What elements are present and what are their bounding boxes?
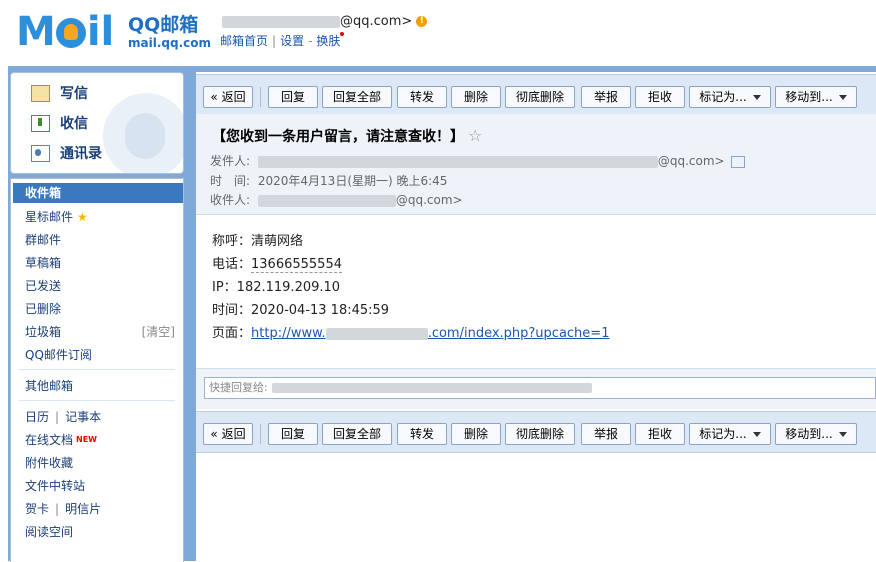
cards-row: 贺卡 | 明信片 bbox=[25, 502, 102, 516]
back-button[interactable]: « 返回 bbox=[203, 423, 253, 445]
brand: QQ邮箱 mail.qq.com bbox=[128, 14, 211, 50]
mark-as-dropdown[interactable]: 标记为... bbox=[689, 86, 771, 108]
move-to-dropdown[interactable]: 移动到... bbox=[775, 86, 857, 108]
receive-button[interactable]: 收信 bbox=[31, 111, 88, 135]
mail-body: 称呼：清萌网络 电话：13666555554 IP：182.119.209.10… bbox=[212, 230, 609, 345]
mail-toolbar-bottom: « 返回 回复 回复全部 转发 删除 彻底删除 举报 拒收 标记为... 移动到… bbox=[196, 411, 876, 453]
link-home[interactable]: 邮箱首页 bbox=[220, 34, 268, 48]
forward-button[interactable]: 转发 bbox=[397, 86, 447, 108]
back-button[interactable]: « 返回 bbox=[203, 86, 253, 108]
reply-button[interactable]: 回复 bbox=[268, 86, 318, 108]
qq-mail-logo[interactable]: Mil bbox=[16, 12, 114, 52]
from-row: 发件人: @qq.com> bbox=[210, 152, 745, 169]
folder-starred[interactable]: 星标邮件 ★ bbox=[25, 207, 88, 227]
warning-icon[interactable]: ! bbox=[416, 16, 428, 27]
folder-spam[interactable]: 垃圾箱 bbox=[25, 322, 61, 342]
quick-actions-panel: 写信 收信 通讯录 bbox=[10, 72, 184, 174]
penguin-decoration-icon bbox=[103, 93, 183, 173]
mail-header: 【您收到一条用户留言，请注意查收！】 ☆ 发件人: @qq.com> 时 间: 2… bbox=[196, 114, 876, 215]
link-calendar[interactable]: 日历 bbox=[25, 410, 49, 424]
star-outline-icon[interactable]: ☆ bbox=[468, 126, 482, 145]
reply-all-button[interactable]: 回复全部 bbox=[322, 86, 392, 108]
redacted-sender bbox=[257, 155, 658, 168]
body-page-line: 页面：http://www. .com/index.php?upcache=1 bbox=[212, 326, 610, 341]
link-online-docs[interactable]: 在线文档 NEW bbox=[25, 430, 97, 450]
page-url-link[interactable]: http://www. .com/index.php?upcache=1 bbox=[251, 326, 609, 341]
bell-logo-icon bbox=[55, 18, 86, 48]
redacted-recipient bbox=[257, 194, 396, 207]
divider bbox=[19, 400, 175, 401]
link-file-transfer[interactable]: 文件中转站 bbox=[25, 476, 85, 496]
folder-subscriptions[interactable]: QQ邮件订阅 bbox=[25, 345, 92, 365]
reply-button[interactable]: 回复 bbox=[268, 423, 318, 445]
delete-permanently-button[interactable]: 彻底删除 bbox=[505, 86, 575, 108]
time-row: 时 间: 2020年4月13日(星期一) 晚上6:45 bbox=[210, 174, 448, 188]
body-phone-line: 电话：13666555554 bbox=[212, 257, 342, 273]
reply-all-button[interactable]: 回复全部 bbox=[322, 423, 392, 445]
write-button[interactable]: 写信 bbox=[31, 81, 88, 105]
to-row: 收件人: @qq.com> bbox=[210, 193, 463, 207]
link-skin[interactable]: 换肤 bbox=[316, 34, 340, 48]
folder-list: 收件箱 星标邮件 ★ 群邮件 草稿箱 已发送 已删除 垃圾箱 [清空] QQ邮件订… bbox=[10, 178, 184, 562]
report-button[interactable]: 举报 bbox=[581, 86, 631, 108]
clear-spam-link[interactable]: [清空] bbox=[142, 322, 175, 342]
redacted-domain bbox=[325, 327, 428, 340]
contact-card-icon bbox=[31, 144, 50, 162]
star-icon: ★ bbox=[77, 210, 88, 224]
caret-down-icon bbox=[838, 95, 847, 100]
calendar-notes-row: 日历 | 记事本 bbox=[25, 410, 102, 424]
divider bbox=[19, 369, 175, 370]
header-links: 邮箱首页 | 设置 - 换肤 bbox=[220, 32, 345, 49]
folder-drafts[interactable]: 草稿箱 bbox=[25, 253, 61, 273]
move-to-dropdown[interactable]: 移动到... bbox=[775, 423, 857, 445]
folder-group[interactable]: 群邮件 bbox=[25, 230, 61, 250]
link-greeting-cards[interactable]: 贺卡 bbox=[25, 502, 49, 516]
redacted-name bbox=[222, 15, 340, 28]
pencil-icon bbox=[31, 84, 50, 102]
phone-number[interactable]: 13666555554 bbox=[251, 257, 342, 273]
folder-sent[interactable]: 已发送 bbox=[25, 276, 61, 296]
forward-button[interactable]: 转发 bbox=[397, 423, 447, 445]
link-reading-space[interactable]: 阅读空间 bbox=[25, 522, 73, 542]
mail-toolbar-top: « 返回 回复 回复全部 转发 删除 彻底删除 举报 拒收 标记为... 移动到… bbox=[196, 74, 876, 116]
link-notes[interactable]: 记事本 bbox=[65, 410, 101, 424]
reject-button[interactable]: 拒收 bbox=[635, 86, 685, 108]
caret-down-icon bbox=[752, 95, 761, 100]
folder-inbox[interactable]: 收件箱 bbox=[13, 183, 183, 203]
delete-button[interactable]: 删除 bbox=[451, 86, 501, 108]
delete-button[interactable]: 删除 bbox=[451, 423, 501, 445]
quick-reply-bar: 快捷回复给: bbox=[196, 368, 876, 409]
folder-deleted[interactable]: 已删除 bbox=[25, 299, 61, 319]
body-ip-line: IP：182.119.209.10 bbox=[212, 280, 341, 295]
sidebar: 写信 收信 通讯录 收件箱 星标邮件 ★ 群邮件 草稿箱 已发送 已删除 垃圾箱 … bbox=[10, 72, 184, 562]
top-header: Mil QQ邮箱 mail.qq.com @qq.com>! 邮箱首页 | 设置 - 换… bbox=[0, 0, 876, 64]
link-settings[interactable]: 设置 bbox=[280, 34, 304, 48]
report-button[interactable]: 举报 bbox=[581, 423, 631, 445]
new-badge: NEW bbox=[76, 435, 97, 444]
quick-reply-input[interactable]: 快捷回复给: bbox=[204, 377, 876, 399]
contacts-button[interactable]: 通讯录 bbox=[31, 141, 102, 165]
folder-other-mailboxes[interactable]: 其他邮箱 bbox=[25, 376, 73, 396]
redacted-recipient bbox=[271, 383, 592, 393]
mail-subject: 【您收到一条用户留言，请注意查收！】 ☆ bbox=[212, 126, 483, 145]
body-name-line: 称呼：清萌网络 bbox=[212, 234, 304, 249]
account-address: @qq.com>! bbox=[222, 14, 428, 29]
body-time-line: 时间：2020-04-13 18:45:59 bbox=[212, 303, 390, 318]
reject-button[interactable]: 拒收 bbox=[635, 423, 685, 445]
brand-domain: mail.qq.com bbox=[128, 36, 211, 50]
caret-down-icon bbox=[752, 432, 761, 437]
link-attachments[interactable]: 附件收藏 bbox=[25, 453, 73, 473]
mark-as-dropdown[interactable]: 标记为... bbox=[689, 423, 771, 445]
link-postcards[interactable]: 明信片 bbox=[65, 502, 101, 516]
inbox-download-icon bbox=[31, 114, 50, 132]
vcard-icon[interactable] bbox=[730, 155, 745, 168]
brand-title: QQ邮箱 bbox=[128, 14, 199, 36]
delete-permanently-button[interactable]: 彻底删除 bbox=[505, 423, 575, 445]
caret-down-icon bbox=[838, 432, 847, 437]
notification-dot bbox=[340, 32, 345, 36]
mail-content: « 返回 回复 回复全部 转发 删除 彻底删除 举报 拒收 标记为... 移动到… bbox=[196, 72, 876, 561]
